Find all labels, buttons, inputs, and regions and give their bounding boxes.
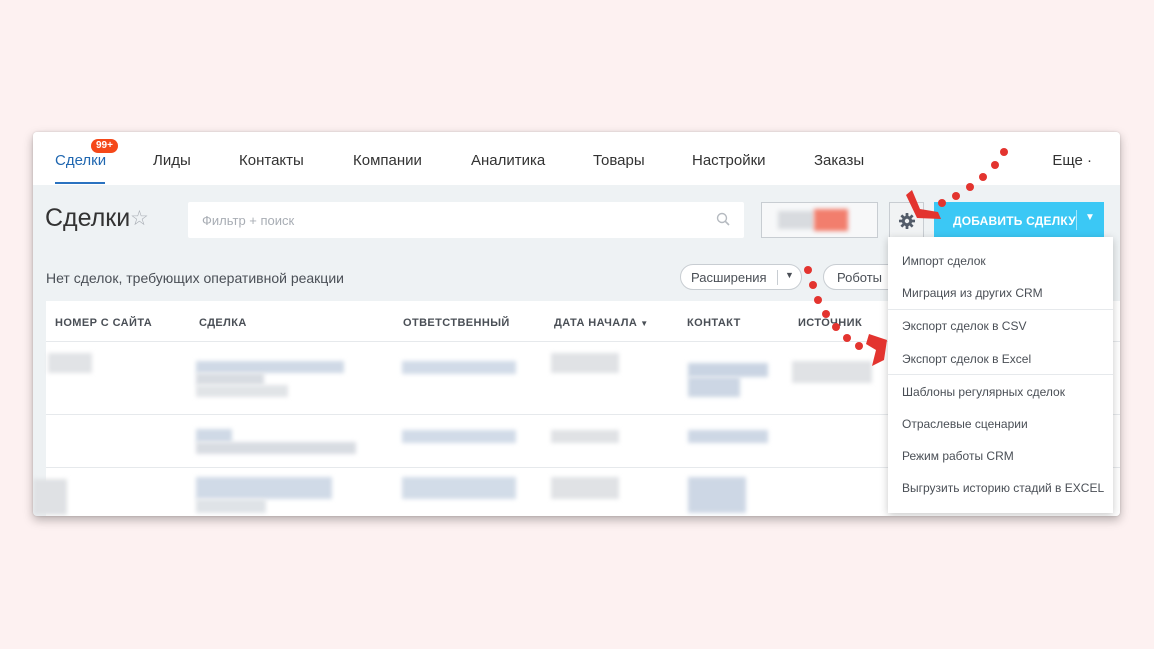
button-divider [1076, 210, 1077, 230]
chevron-down-icon: ▼ [640, 319, 649, 328]
tab-settings[interactable]: Настройки [692, 152, 766, 169]
tab-contacts[interactable]: Контакты [239, 152, 304, 169]
tab-deals[interactable]: Сделки [55, 152, 106, 169]
chevron-down-icon[interactable]: ▼ [1085, 212, 1095, 223]
blurred-cell [551, 430, 619, 443]
robots-label: Роботы [837, 270, 883, 285]
pill-divider [777, 270, 778, 285]
crm-window: Сделки 99+ Лиды Контакты Компании Аналит… [33, 132, 1120, 516]
blurred-cell [196, 385, 288, 397]
settings-dropdown-menu: Импорт сделок Миграция из других CRM Экс… [888, 237, 1113, 513]
search-placeholder: Фильтр + поиск [202, 213, 295, 228]
menu-item-crm-mode[interactable]: Режим работы CRM [902, 449, 1014, 463]
add-deal-label: ДОБАВИТЬ СДЕЛКУ [953, 214, 1076, 228]
blurred-cell [196, 429, 232, 442]
blurred-cell [196, 373, 264, 385]
menu-item-export-stage-history[interactable]: Выгрузить историю стадий в EXCEL [902, 481, 1104, 495]
blurred-cell [402, 477, 516, 499]
blurred-cell [402, 430, 516, 443]
blurred-cell [196, 442, 356, 454]
blurred-cell [402, 361, 516, 374]
settings-button[interactable] [889, 202, 924, 238]
column-header-source[interactable]: ИСТОЧНИК [798, 317, 862, 329]
tab-products[interactable]: Товары [593, 152, 645, 169]
tab-analytics[interactable]: Аналитика [471, 152, 545, 169]
add-deal-button[interactable]: ДОБАВИТЬ СДЕЛКУ ▼ [934, 202, 1104, 238]
blurred-content [778, 211, 814, 229]
tab-leads[interactable]: Лиды [153, 152, 191, 169]
blurred-cell [196, 499, 266, 513]
blurred-cell [33, 479, 67, 515]
column-header-site-number[interactable]: НОМЕР С САЙТА [55, 317, 152, 329]
blurred-toolbar-button[interactable] [761, 202, 878, 238]
menu-item-industry-scenarios[interactable]: Отраслевые сценарии [902, 417, 1028, 431]
status-message: Нет сделок, требующих оперативной реакци… [46, 270, 344, 286]
gear-icon [899, 213, 915, 229]
blurred-cell [688, 363, 768, 377]
search-icon [716, 212, 730, 226]
blurred-cell [792, 361, 872, 383]
blurred-cell [196, 477, 332, 499]
blurred-cell [551, 353, 619, 373]
column-header-contact[interactable]: КОНТАКТ [687, 317, 741, 329]
menu-item-migration[interactable]: Миграция из других CRM [902, 286, 1043, 300]
blurred-cell [688, 430, 768, 443]
blurred-cell [688, 477, 746, 513]
tab-companies[interactable]: Компании [353, 152, 422, 169]
chevron-down-icon[interactable]: ▼ [785, 270, 794, 280]
extensions-button[interactable]: Расширения ▼ [680, 264, 802, 290]
extensions-label: Расширения [691, 270, 767, 285]
search-input[interactable]: Фильтр + поиск [188, 202, 744, 238]
active-tab-underline [55, 182, 105, 184]
column-header-start-date[interactable]: ДАТА НАЧАЛА ▼ [554, 317, 649, 329]
column-header-start-date-label: ДАТА НАЧАЛА [554, 317, 638, 329]
menu-item-recurring-templates[interactable]: Шаблоны регулярных сделок [902, 385, 1065, 399]
blurred-cell [551, 477, 619, 499]
menu-separator [888, 309, 1113, 310]
menu-item-export-csv[interactable]: Экспорт сделок в CSV [902, 319, 1026, 333]
more-menu-button[interactable]: Еще · [1052, 152, 1092, 169]
column-header-deal[interactable]: СДЕЛКА [199, 317, 247, 329]
star-icon[interactable]: ☆ [130, 206, 149, 231]
menu-item-export-excel[interactable]: Экспорт сделок в Excel [902, 352, 1031, 366]
page-title: Сделки [45, 204, 131, 232]
top-navigation: Сделки 99+ Лиды Контакты Компании Аналит… [33, 132, 1120, 185]
blurred-cell [48, 353, 92, 373]
tab-orders[interactable]: Заказы [814, 152, 864, 169]
deals-count-badge: 99+ [91, 139, 118, 153]
blurred-cell [688, 377, 740, 397]
menu-item-import-deals[interactable]: Импорт сделок [902, 254, 986, 268]
column-header-responsible[interactable]: ОТВЕТСТВЕННЫЙ [403, 317, 510, 329]
menu-separator [888, 374, 1113, 375]
blurred-content [814, 209, 848, 231]
blurred-cell [196, 361, 344, 373]
